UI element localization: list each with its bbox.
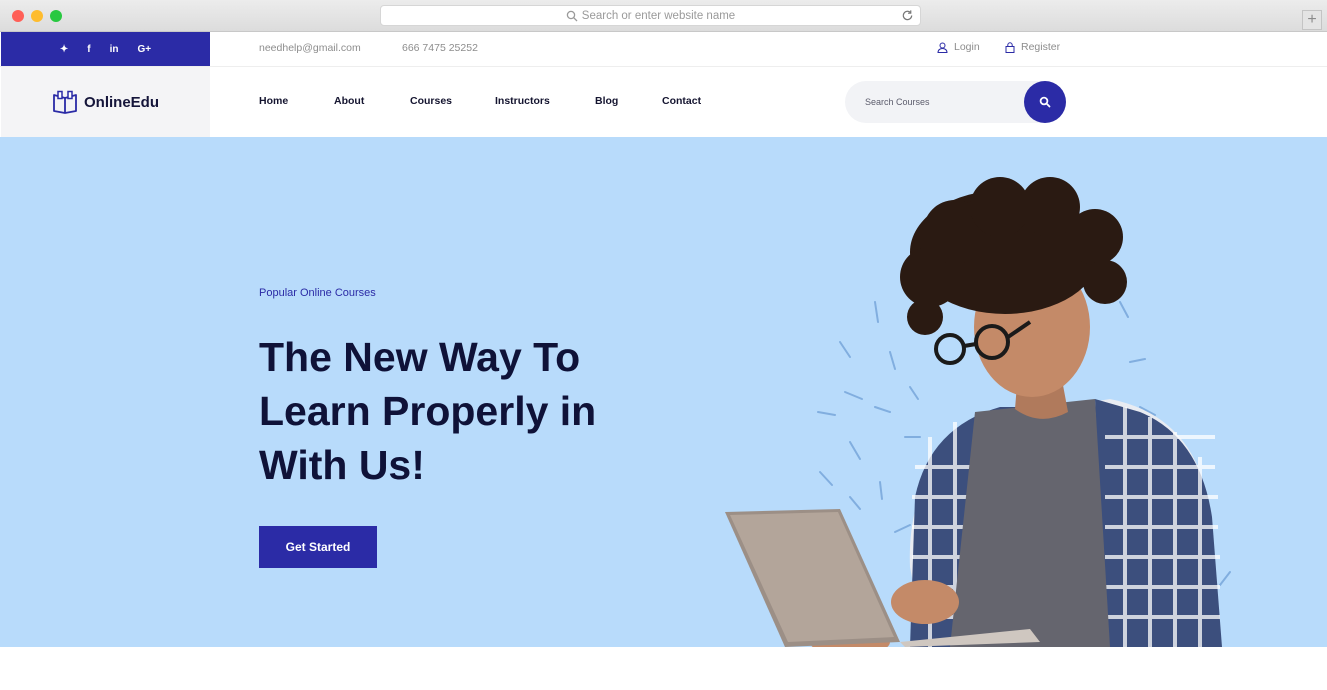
headline-line-2: Learn Properly in bbox=[259, 388, 597, 434]
register-link[interactable]: Register bbox=[1005, 41, 1060, 53]
facebook-icon[interactable]: f bbox=[87, 44, 90, 55]
course-search bbox=[845, 81, 1066, 123]
headline-line-1: The New Way To bbox=[259, 334, 581, 380]
login-link[interactable]: Login bbox=[937, 41, 980, 53]
login-label: Login bbox=[954, 41, 980, 53]
linkedin-icon[interactable]: in bbox=[110, 44, 119, 55]
browser-chrome: Search or enter website name + bbox=[0, 0, 1327, 32]
page-bottom bbox=[0, 647, 1327, 690]
contact-phone[interactable]: 666 7475 25252 bbox=[402, 42, 478, 54]
nav-courses[interactable]: Courses bbox=[410, 95, 452, 107]
maximize-window-button[interactable] bbox=[50, 10, 62, 22]
logo-text: OnlineEdu bbox=[84, 93, 159, 111]
lock-icon bbox=[1005, 41, 1015, 53]
nav-home[interactable]: Home bbox=[259, 95, 288, 107]
register-label: Register bbox=[1021, 41, 1061, 53]
top-info-bar: ✦ f in G+ needhelp@gmail.com 666 7475 25… bbox=[0, 32, 1327, 67]
site-logo[interactable]: OnlineEdu bbox=[1, 67, 210, 137]
close-window-button[interactable] bbox=[12, 10, 24, 22]
google-plus-icon[interactable]: G+ bbox=[138, 44, 152, 55]
search-button[interactable] bbox=[1024, 81, 1066, 123]
main-navbar: OnlineEdu Home About Courses Instructors… bbox=[0, 67, 1327, 137]
social-links: ✦ f in G+ bbox=[1, 32, 210, 66]
nav-instructors[interactable]: Instructors bbox=[495, 95, 550, 107]
nav-blog[interactable]: Blog bbox=[595, 95, 618, 107]
address-bar[interactable]: Search or enter website name bbox=[380, 5, 921, 26]
get-started-button[interactable]: Get Started bbox=[259, 526, 377, 568]
address-placeholder: Search or enter website name bbox=[581, 9, 736, 22]
student-with-laptop-image bbox=[725, 177, 1231, 647]
nav-contact[interactable]: Contact bbox=[662, 95, 701, 107]
search-icon bbox=[1039, 96, 1051, 108]
user-icon bbox=[937, 42, 948, 53]
nav-about[interactable]: About bbox=[334, 95, 364, 107]
hero-section: Popular Online Courses The New Way To Le… bbox=[0, 137, 1327, 647]
book-logo-icon bbox=[53, 90, 77, 114]
course-search-input[interactable] bbox=[845, 81, 1023, 123]
new-tab-button[interactable]: + bbox=[1302, 10, 1322, 30]
headline-line-3: With Us! bbox=[259, 442, 425, 488]
minimize-window-button[interactable] bbox=[31, 10, 43, 22]
hero-eyebrow: Popular Online Courses bbox=[259, 287, 376, 299]
search-icon bbox=[566, 10, 578, 21]
contact-email[interactable]: needhelp@gmail.com bbox=[259, 42, 361, 54]
reload-icon[interactable] bbox=[901, 9, 914, 22]
twitter-icon[interactable]: ✦ bbox=[60, 44, 68, 55]
hero-headline: The New Way To Learn Properly in With Us… bbox=[259, 330, 679, 492]
